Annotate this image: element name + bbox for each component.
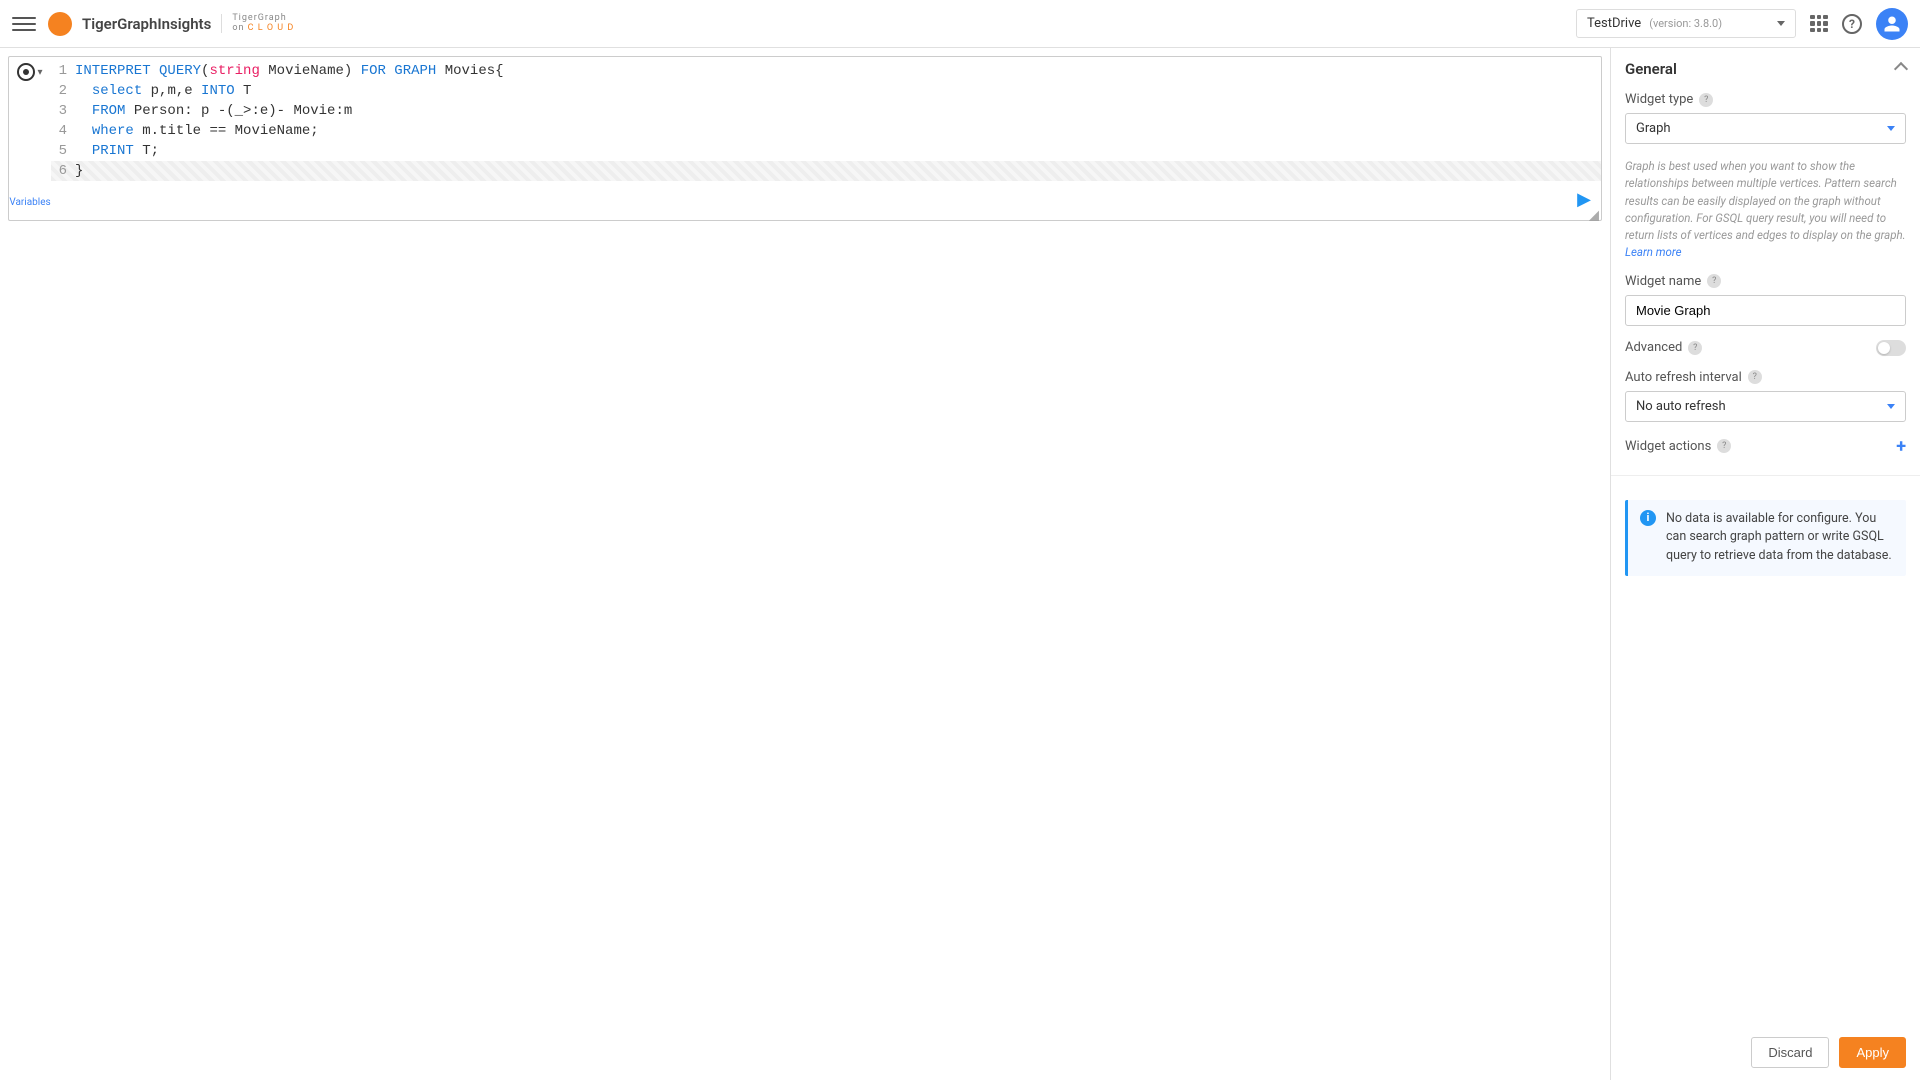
info-card: i No data is available for configure. Yo… <box>1625 500 1906 576</box>
header-icons: ? <box>1810 8 1908 40</box>
project-name: TestDrive <box>1587 16 1641 31</box>
label-widget-actions: Widget actions ? <box>1625 439 1731 454</box>
target-icon <box>17 63 35 81</box>
code-line[interactable]: 4 where m.title == MovieName; <box>51 121 1601 141</box>
main-area: ▾ Variables 1INTERPRET QUERY(string Movi… <box>0 48 1920 1080</box>
chevron-up-icon <box>1894 62 1908 76</box>
info-icon: i <box>1640 510 1656 526</box>
code-line[interactable]: 5 PRINT T; <box>51 141 1601 161</box>
logo-cloud-bottom: on C L O U D <box>232 24 294 34</box>
info-icon[interactable]: ? <box>1748 370 1762 384</box>
add-action-button[interactable]: + <box>1896 436 1906 457</box>
input-widget-name[interactable] <box>1625 295 1906 326</box>
code-lines[interactable]: 1INTERPRET QUERY(string MovieName) FOR G… <box>51 57 1601 220</box>
toggle-advanced[interactable] <box>1876 340 1906 356</box>
section-title: General <box>1625 60 1677 78</box>
code-content[interactable]: } <box>75 161 83 181</box>
chevron-down-icon <box>1887 126 1895 131</box>
info-card-text: No data is available for configure. You … <box>1666 510 1894 566</box>
help-icon[interactable]: ? <box>1842 14 1862 34</box>
code-line[interactable]: 2 select p,m,e INTO T <box>51 81 1601 101</box>
logo-area[interactable]: TigerGraphInsights TigerGraph on C L O U… <box>48 12 294 36</box>
properties-panel: General Widget type ? Graph Graph is bes… <box>1610 48 1920 1080</box>
info-icon[interactable]: ? <box>1707 274 1721 288</box>
code-editor[interactable]: ▾ Variables 1INTERPRET QUERY(string Movi… <box>8 56 1602 221</box>
line-number: 3 <box>51 101 75 121</box>
apply-button[interactable]: Apply <box>1839 1037 1906 1068</box>
learn-more-link[interactable]: Learn more <box>1625 245 1681 259</box>
select-auto-refresh[interactable]: No auto refresh <box>1625 391 1906 422</box>
editor-mode-toggle[interactable]: ▾ <box>17 63 42 81</box>
chevron-down-icon <box>1887 404 1895 409</box>
line-number: 6 <box>51 161 75 181</box>
field-advanced: Advanced ? <box>1625 340 1906 356</box>
code-content[interactable]: INTERPRET QUERY(string MovieName) FOR GR… <box>75 61 504 81</box>
field-auto-refresh: Auto refresh interval ? No auto refresh <box>1625 370 1906 422</box>
field-widget-actions: Widget actions ? + <box>1625 436 1906 457</box>
code-line[interactable]: 3 FROM Person: p -(_>:e)- Movie:m <box>51 101 1601 121</box>
editor-area: ▾ Variables 1INTERPRET QUERY(string Movi… <box>0 48 1610 1080</box>
code-line[interactable]: 1INTERPRET QUERY(string MovieName) FOR G… <box>51 61 1601 81</box>
discard-button[interactable]: Discard <box>1751 1037 1829 1068</box>
app-header: TigerGraphInsights TigerGraph on C L O U… <box>0 0 1920 48</box>
variables-tab[interactable]: Variables <box>9 197 50 214</box>
code-content[interactable]: FROM Person: p -(_>:e)- Movie:m <box>75 101 352 121</box>
line-number: 1 <box>51 61 75 81</box>
label-advanced: Advanced ? <box>1625 340 1702 355</box>
info-icon[interactable]: ? <box>1699 93 1713 107</box>
select-widget-type-value: Graph <box>1636 121 1671 136</box>
chevron-down-icon <box>1777 21 1785 26</box>
code-line[interactable]: 6} <box>51 161 1601 181</box>
editor-gutter-left: ▾ Variables <box>9 57 51 220</box>
apps-icon[interactable] <box>1810 15 1828 33</box>
line-number: 4 <box>51 121 75 141</box>
project-selector[interactable]: TestDrive (version: 3.8.0) <box>1576 9 1796 38</box>
panel-footer: Discard Apply <box>1625 1023 1906 1068</box>
code-content[interactable]: where m.title == MovieName; <box>75 121 319 141</box>
section-header-general[interactable]: General <box>1625 60 1906 78</box>
project-version: (version: 3.8.0) <box>1649 17 1722 30</box>
line-number: 2 <box>51 81 75 101</box>
logo-text: TigerGraphInsights <box>82 15 211 33</box>
resize-handle[interactable]: ◢ <box>1589 208 1601 220</box>
widget-type-help: Graph is best used when you want to show… <box>1625 158 1906 262</box>
logo-icon <box>48 12 72 36</box>
chevron-down-icon: ▾ <box>37 67 42 78</box>
field-widget-type: Widget type ? Graph <box>1625 92 1906 144</box>
info-icon[interactable]: ? <box>1717 439 1731 453</box>
field-widget-name: Widget name ? <box>1625 274 1906 326</box>
label-widget-name: Widget name ? <box>1625 274 1906 289</box>
logo-cloud: TigerGraph on C L O U D <box>221 14 294 34</box>
run-button[interactable]: ▶ <box>1577 189 1591 210</box>
code-content[interactable]: select p,m,e INTO T <box>75 81 251 101</box>
line-number: 5 <box>51 141 75 161</box>
select-auto-refresh-value: No auto refresh <box>1636 399 1726 414</box>
menu-icon[interactable] <box>12 12 36 36</box>
code-content[interactable]: PRINT T; <box>75 141 159 161</box>
label-widget-type: Widget type ? <box>1625 92 1906 107</box>
select-widget-type[interactable]: Graph <box>1625 113 1906 144</box>
avatar[interactable] <box>1876 8 1908 40</box>
label-auto-refresh: Auto refresh interval ? <box>1625 370 1906 385</box>
info-icon[interactable]: ? <box>1688 341 1702 355</box>
